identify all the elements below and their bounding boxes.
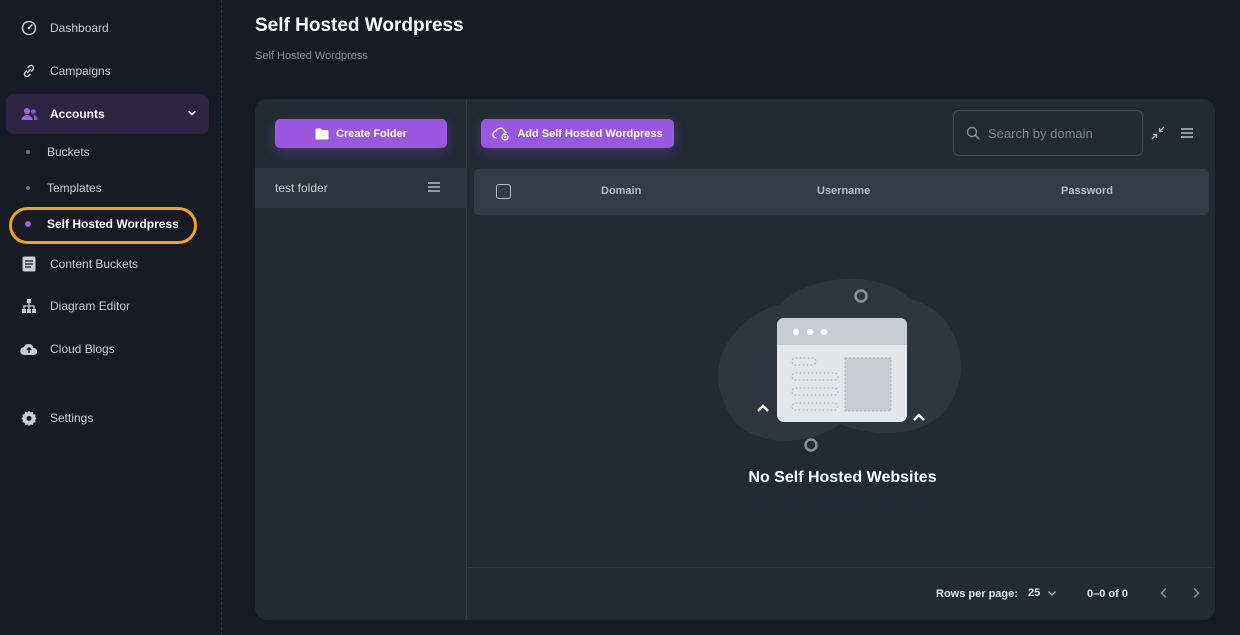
speedometer-icon — [20, 19, 38, 37]
sidebar-subitem-label: Buckets — [47, 145, 90, 159]
chevron-down-icon — [1047, 588, 1057, 598]
sidebar-subitem-label: Templates — [47, 181, 102, 195]
bullet-icon — [26, 186, 30, 190]
hamburger-menu-icon[interactable] — [427, 181, 441, 196]
gear-icon — [20, 409, 38, 427]
cloud-upload-icon — [20, 340, 38, 358]
document-icon — [20, 255, 38, 273]
sidebar-item-label: Cloud Blogs — [50, 342, 115, 356]
sidebar-item-label: Diagram Editor — [50, 299, 131, 313]
empty-state-illustration — [718, 278, 961, 452]
link-icon — [20, 62, 38, 80]
sidebar-item-accounts[interactable]: Accounts — [6, 94, 209, 134]
folder-item[interactable]: test folder — [255, 168, 467, 208]
select-all-checkbox[interactable] — [496, 184, 511, 199]
sidebar-item-diagram-editor[interactable]: Diagram Editor — [6, 286, 209, 326]
add-self-hosted-wordpress-label: Add Self Hosted Wordpress — [517, 127, 663, 140]
column-header-password[interactable]: Password — [1061, 185, 1113, 197]
create-folder-button[interactable]: Create Folder — [275, 119, 447, 148]
bullet-icon — [25, 221, 31, 227]
main-card: Create Folder test folder Add Self Hoste… — [255, 99, 1215, 620]
previous-page-button[interactable] — [1159, 587, 1169, 599]
column-header-domain[interactable]: Domain — [601, 185, 641, 197]
sidebar-subitem-buckets[interactable]: Buckets — [18, 141, 90, 163]
create-folder-label: Create Folder — [336, 127, 407, 140]
collapse-icon[interactable] — [1151, 126, 1165, 140]
sidebar-item-label: Dashboard — [50, 21, 109, 35]
chevron-right-icon — [1191, 587, 1201, 599]
sitemap-icon — [20, 297, 38, 315]
sidebar-subitem-templates[interactable]: Templates — [18, 177, 102, 199]
sidebar-item-settings[interactable]: Settings — [6, 398, 209, 438]
cloud-add-icon — [492, 127, 510, 141]
sidebar-item-campaigns[interactable]: Campaigns — [6, 51, 209, 91]
sidebar-item-cloud-blogs[interactable]: Cloud Blogs — [6, 329, 209, 369]
rows-per-page-select[interactable]: 25 — [1028, 587, 1057, 599]
column-header-username[interactable]: Username — [817, 185, 870, 197]
sidebar-item-label: Content Buckets — [50, 257, 139, 271]
pagination-range: 0–0 of 0 — [1087, 588, 1128, 600]
breadcrumb: Self Hosted Wordpress — [255, 50, 368, 62]
folder-panel: Create Folder test folder — [255, 99, 467, 620]
search-icon — [966, 126, 980, 140]
sidebar-item-label: Settings — [50, 411, 94, 425]
folder-name: test folder — [275, 181, 328, 195]
bullet-icon — [26, 150, 30, 154]
sidebar-subitem-self-hosted-wordpress[interactable]: Self Hosted Wordpress — [18, 213, 179, 235]
rows-per-page-label: Rows per page: — [936, 588, 1018, 600]
chevron-left-icon — [1159, 587, 1169, 599]
search-field[interactable] — [953, 110, 1143, 156]
sidebar-item-content-buckets[interactable]: Content Buckets — [6, 244, 209, 284]
add-self-hosted-wordpress-button[interactable]: Add Self Hosted Wordpress — [481, 119, 674, 148]
chevron-down-icon — [187, 107, 197, 121]
pagination-bar: Rows per page: 25 0–0 of 0 — [467, 567, 1215, 620]
hamburger-menu-icon[interactable] — [1180, 127, 1194, 139]
sidebar-subitem-label: Self Hosted Wordpress — [47, 217, 179, 231]
sidebar-item-label: Campaigns — [50, 64, 111, 78]
users-icon — [20, 105, 38, 123]
search-input[interactable] — [988, 125, 1128, 141]
sidebar-item-label: Accounts — [50, 107, 105, 121]
sidebar-item-dashboard[interactable]: Dashboard — [6, 8, 209, 48]
sidebar: Dashboard Campaigns Accounts Buckets Tem… — [0, 0, 222, 635]
empty-state-message: No Self Hosted Websites — [748, 469, 937, 486]
page-title: Self Hosted Wordpress — [255, 15, 464, 36]
next-page-button[interactable] — [1191, 587, 1201, 599]
rows-per-page-value: 25 — [1028, 587, 1041, 599]
table-header: Domain Username Password — [474, 169, 1209, 215]
folder-icon — [315, 128, 329, 140]
